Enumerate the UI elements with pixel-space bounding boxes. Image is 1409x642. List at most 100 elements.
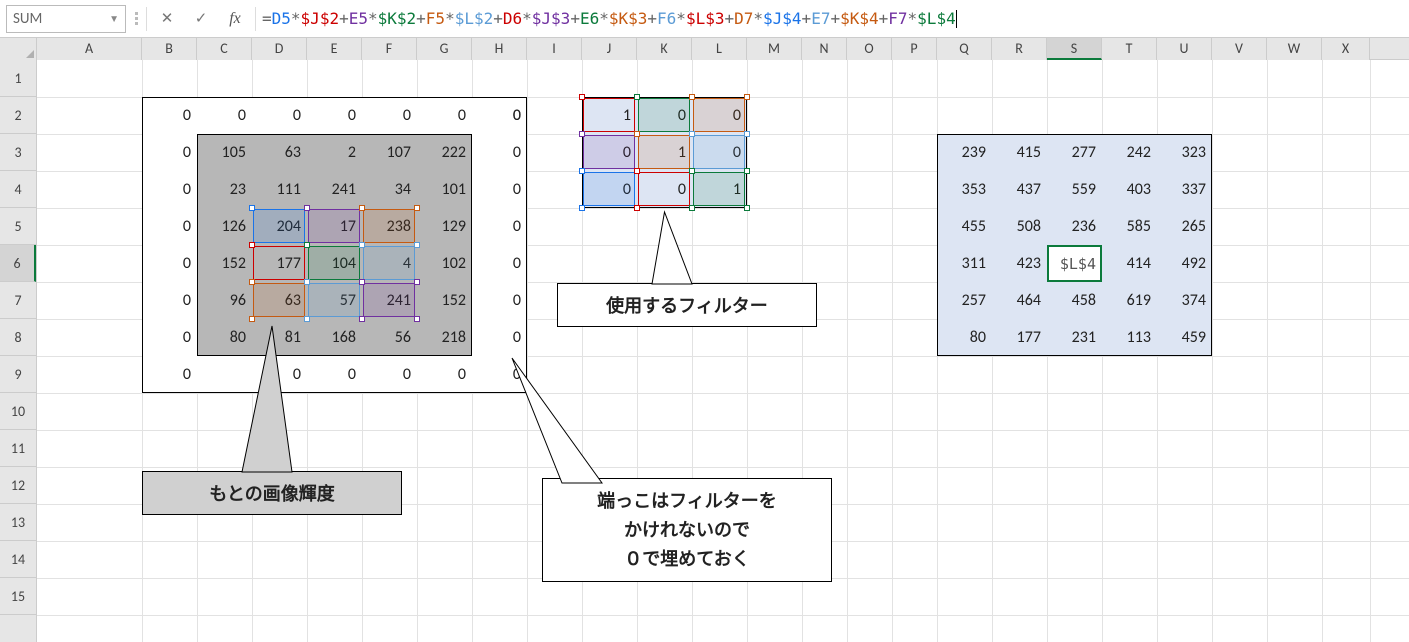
- cell-S7[interactable]: 458: [1047, 282, 1102, 319]
- cell-H6[interactable]: 0: [472, 245, 527, 282]
- cell-Q7[interactable]: 257: [937, 282, 992, 319]
- cell-C5[interactable]: 126: [197, 208, 252, 245]
- cell-C8[interactable]: 80: [197, 319, 252, 356]
- cell-U6[interactable]: 492: [1157, 245, 1212, 282]
- cell-R3[interactable]: 415: [992, 134, 1047, 171]
- row-header-3[interactable]: 3: [0, 134, 36, 171]
- cell-B9[interactable]: 0: [142, 356, 197, 393]
- cell-H9[interactable]: 0: [472, 356, 527, 393]
- col-header-T[interactable]: T: [1102, 38, 1157, 60]
- cell-D3[interactable]: 63: [252, 134, 307, 171]
- col-header-A[interactable]: A: [37, 38, 142, 60]
- cell-F9[interactable]: 0: [362, 356, 417, 393]
- col-header-W[interactable]: W: [1267, 38, 1322, 60]
- row-header-11[interactable]: 11: [0, 430, 36, 467]
- row-header-5[interactable]: 5: [0, 208, 36, 245]
- cell-E9[interactable]: 0: [307, 356, 362, 393]
- cell-G3[interactable]: 222: [417, 134, 472, 171]
- cell-C4[interactable]: 23: [197, 171, 252, 208]
- cell-B2[interactable]: 0: [142, 97, 197, 134]
- cell-F4[interactable]: 34: [362, 171, 417, 208]
- cell-F8[interactable]: 56: [362, 319, 417, 356]
- col-header-D[interactable]: D: [252, 38, 307, 60]
- col-header-J[interactable]: J: [582, 38, 637, 60]
- cell-H8[interactable]: 0: [472, 319, 527, 356]
- cell-C3[interactable]: 105: [197, 134, 252, 171]
- cell-H3[interactable]: 0: [472, 134, 527, 171]
- cell-H5[interactable]: 0: [472, 208, 527, 245]
- cell-E3[interactable]: 2: [307, 134, 362, 171]
- cell-U7[interactable]: 374: [1157, 282, 1212, 319]
- col-header-C[interactable]: C: [197, 38, 252, 60]
- cell-Q8[interactable]: 80: [937, 319, 992, 356]
- cell-Q5[interactable]: 455: [937, 208, 992, 245]
- editing-cell[interactable]: $L$4: [1047, 245, 1102, 282]
- cell-U3[interactable]: 323: [1157, 134, 1212, 171]
- cell-B5[interactable]: 0: [142, 208, 197, 245]
- col-header-F[interactable]: F: [362, 38, 417, 60]
- row-header-4[interactable]: 4: [0, 171, 36, 208]
- select-all-corner[interactable]: [0, 38, 37, 60]
- cell-Q4[interactable]: 353: [937, 171, 992, 208]
- cell-B8[interactable]: 0: [142, 319, 197, 356]
- fx-button[interactable]: fx: [221, 5, 249, 33]
- col-header-X[interactable]: X: [1322, 38, 1370, 60]
- cell-B3[interactable]: 0: [142, 134, 197, 171]
- cell-E8[interactable]: 168: [307, 319, 362, 356]
- cell-C6[interactable]: 152: [197, 245, 252, 282]
- cell-T4[interactable]: 403: [1102, 171, 1157, 208]
- cell-H7[interactable]: 0: [472, 282, 527, 319]
- cell-U8[interactable]: 459: [1157, 319, 1212, 356]
- cancel-button[interactable]: ✕: [153, 5, 181, 33]
- formula-input[interactable]: =D5*$J$2+E5*$K$2+F5*$L$2+D6*$J$3+E6*$K$3…: [262, 5, 1403, 33]
- cell-G9[interactable]: 0: [417, 356, 472, 393]
- col-header-S[interactable]: S: [1047, 38, 1102, 60]
- col-header-L[interactable]: L: [692, 38, 747, 60]
- cell-R5[interactable]: 508: [992, 208, 1047, 245]
- cell-S8[interactable]: 231: [1047, 319, 1102, 356]
- cell-T6[interactable]: 414: [1102, 245, 1157, 282]
- cell-T8[interactable]: 113: [1102, 319, 1157, 356]
- cell-G4[interactable]: 101: [417, 171, 472, 208]
- cell-E4[interactable]: 241: [307, 171, 362, 208]
- cell-E2[interactable]: 0: [307, 97, 362, 134]
- row-header-1[interactable]: 1: [0, 60, 36, 97]
- row-header-9[interactable]: 9: [0, 356, 36, 393]
- col-header-E[interactable]: E: [307, 38, 362, 60]
- row-header-6[interactable]: 6: [0, 245, 36, 282]
- col-header-B[interactable]: B: [142, 38, 197, 60]
- col-header-H[interactable]: H: [472, 38, 527, 60]
- cell-G8[interactable]: 218: [417, 319, 472, 356]
- cell-H2[interactable]: 0: [472, 97, 527, 134]
- col-header-P[interactable]: P: [892, 38, 937, 60]
- cell-H4[interactable]: 0: [472, 171, 527, 208]
- cell-D4[interactable]: 111: [252, 171, 307, 208]
- cell-G2[interactable]: 0: [417, 97, 472, 134]
- cell-R6[interactable]: 423: [992, 245, 1047, 282]
- cell-D8[interactable]: 81: [252, 319, 307, 356]
- cell-S3[interactable]: 277: [1047, 134, 1102, 171]
- row-header-8[interactable]: 8: [0, 319, 36, 356]
- cell-F2[interactable]: 0: [362, 97, 417, 134]
- row-header-15[interactable]: 15: [0, 578, 36, 615]
- cell-F3[interactable]: 107: [362, 134, 417, 171]
- name-box[interactable]: SUM ▼: [6, 5, 126, 33]
- enter-button[interactable]: ✓: [187, 5, 215, 33]
- row-header-14[interactable]: 14: [0, 541, 36, 578]
- col-header-G[interactable]: G: [417, 38, 472, 60]
- cell-T3[interactable]: 242: [1102, 134, 1157, 171]
- cell-R4[interactable]: 437: [992, 171, 1047, 208]
- row-header-2[interactable]: 2: [0, 97, 36, 134]
- cell-G5[interactable]: 129: [417, 208, 472, 245]
- col-header-Q[interactable]: Q: [937, 38, 992, 60]
- cell-B6[interactable]: 0: [142, 245, 197, 282]
- cell-U4[interactable]: 337: [1157, 171, 1212, 208]
- row-header-13[interactable]: 13: [0, 504, 36, 541]
- cell-G7[interactable]: 152: [417, 282, 472, 319]
- cell-B4[interactable]: 0: [142, 171, 197, 208]
- cell-S5[interactable]: 236: [1047, 208, 1102, 245]
- cell-D9[interactable]: 0: [252, 356, 307, 393]
- cell-T5[interactable]: 585: [1102, 208, 1157, 245]
- row-header-7[interactable]: 7: [0, 282, 36, 319]
- row-header-12[interactable]: 12: [0, 467, 36, 504]
